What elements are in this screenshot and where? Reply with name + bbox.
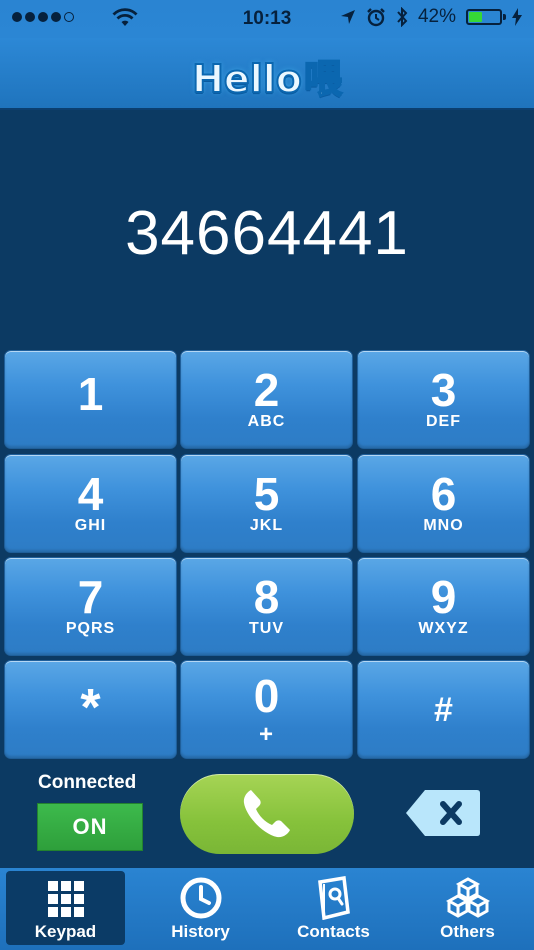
key-2[interactable]: 2 ABC [180,350,353,449]
backspace-icon [406,790,480,836]
key-digit: 3 [430,364,457,416]
tab-keypad[interactable]: Keypad [6,871,125,945]
charging-bolt-icon [512,8,522,26]
key-digit: * [80,679,101,737]
backspace-button[interactable] [405,788,481,838]
dialed-number: 34664441 [125,199,409,268]
tab-label: Others [440,922,495,941]
number-display: 34664441 [0,110,534,348]
key-letters: WXYZ [418,620,469,637]
tab-label: Keypad [34,922,97,941]
tab-bar: Keypad History Contacts Others [0,868,534,950]
key-star[interactable]: * [4,660,177,759]
key-4[interactable]: 4 GHI [4,454,177,553]
logo-glyph: 喂 [303,58,343,102]
key-0[interactable]: 0 + [180,660,353,759]
key-3[interactable]: 3 DEF [357,350,530,449]
key-9[interactable]: 9 WXYZ [357,557,530,656]
key-7[interactable]: 7 PQRS [4,557,177,656]
key-6[interactable]: 6 MNO [357,454,530,553]
key-letters: GHI [74,517,107,534]
key-digit: # [434,691,453,729]
clock-icon [134,876,267,919]
tab-contacts[interactable]: Contacts [267,868,400,950]
key-letters: MNO [423,517,464,534]
battery-icon [466,9,506,25]
key-letters: DEF [426,413,461,430]
hello-logo: Hello喂 [0,48,534,103]
key-digit: 5 [253,468,280,520]
key-8[interactable]: 8 TUV [180,557,353,656]
contacts-book-icon [267,876,400,920]
key-digit: 0 [253,670,280,722]
key-digit: 8 [253,571,280,623]
key-1[interactable]: 1 [4,350,177,449]
key-letters: TUV [249,620,284,637]
alarm-clock-icon [366,7,386,27]
key-digit: 2 [253,364,280,416]
status-bar: 10:13 42% [0,0,534,38]
tab-others[interactable]: Others [401,868,534,950]
key-letters: ABC [247,413,286,430]
keypad-grid-icon [6,879,125,921]
key-hash[interactable]: # [357,660,530,759]
key-digit: 9 [430,571,457,623]
bluetooth-icon [396,7,408,27]
key-digit: 4 [77,468,104,520]
key-digit: 6 [430,468,457,520]
key-letters: + [258,721,274,748]
battery-percent: 42% [417,6,456,27]
connection-toggle[interactable]: ON [37,803,143,851]
key-letters: JKL [249,517,284,534]
key-digit: 1 [77,368,104,420]
key-digit: 7 [77,571,104,623]
location-arrow-icon [340,9,356,25]
tab-label: History [171,922,230,941]
key-letters: PQRS [65,620,116,637]
tab-label: Contacts [297,922,370,941]
cubes-icon [401,876,534,918]
tab-history[interactable]: History [134,868,267,950]
logo-text: Hello [191,56,303,102]
call-controls: Connected ON [0,762,534,868]
dialer-screen: 10:13 42% Hello喂 34664441 1 2 ABC 3 DEF … [0,0,534,950]
connection-status-label: Connected [38,772,137,793]
key-5[interactable]: 5 JKL [180,454,353,553]
call-button[interactable] [180,774,354,854]
phone-handset-icon [243,790,290,838]
app-header: Hello喂 [0,38,534,110]
status-right-group: 42% [340,6,522,28]
